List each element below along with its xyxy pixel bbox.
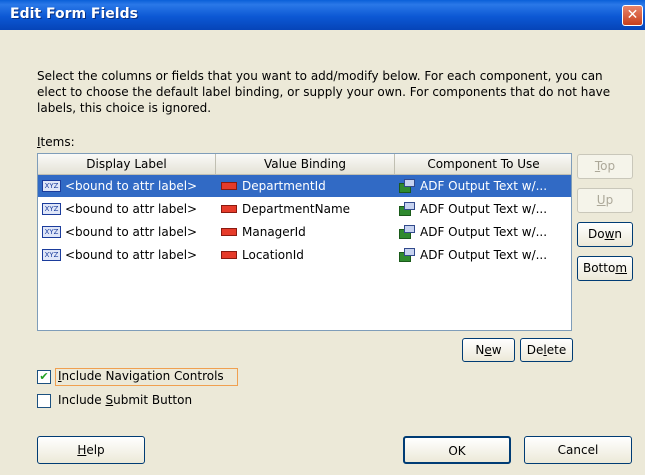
attribute-binding-icon — [221, 204, 237, 213]
component-value: ADF Output Text w/... — [420, 179, 548, 193]
title-bar: Edit Form Fields ✕ — [0, 0, 645, 30]
move-down-button[interactable]: Down — [577, 222, 633, 247]
component-value: ADF Output Text w/... — [420, 248, 548, 262]
component-value: ADF Output Text w/... — [420, 202, 548, 216]
display-label-value: <bound to attr label> — [65, 179, 198, 193]
column-header-component[interactable]: Component To Use — [395, 154, 571, 174]
move-up-button[interactable]: Up — [577, 188, 633, 213]
attribute-binding-icon — [221, 250, 237, 259]
column-header-display-label[interactable]: Display Label — [38, 154, 216, 174]
display-label-value: <bound to attr label> — [65, 225, 198, 239]
value-binding-cell[interactable]: DepartmentId — [221, 175, 393, 197]
new-button[interactable]: New — [462, 338, 515, 362]
move-bottom-button[interactable]: Bottom — [577, 256, 633, 281]
value-binding-value: LocationId — [242, 248, 304, 262]
display-label-cell[interactable]: XYZ <bound to attr label> — [42, 198, 214, 220]
items-label-rest: tems: — [40, 135, 75, 149]
component-cell[interactable]: ADF Output Text w/... — [399, 175, 571, 197]
items-table[interactable]: Display Label Value Binding Component To… — [37, 153, 572, 331]
cancel-button[interactable]: Cancel — [524, 436, 632, 464]
value-binding-value: ManagerId — [242, 225, 306, 239]
value-binding-cell[interactable]: ManagerId — [221, 221, 393, 243]
adf-component-icon — [399, 201, 415, 216]
include-submit-label[interactable]: Include Submit Button — [58, 393, 192, 407]
table-row[interactable]: XYZ <bound to attr label> DepartmentId ADF … — [38, 175, 571, 197]
xyz-text-icon: XYZ — [42, 225, 61, 238]
display-label-value: <bound to attr label> — [65, 202, 198, 216]
component-cell[interactable]: ADF Output Text w/... — [399, 244, 571, 266]
dialog-title: Edit Form Fields — [10, 6, 138, 22]
include-navigation-label[interactable]: Include Navigation Controls — [58, 369, 224, 383]
help-button[interactable]: Help — [37, 436, 145, 464]
attribute-binding-icon — [221, 181, 237, 190]
display-label-cell[interactable]: XYZ <bound to attr label> — [42, 244, 214, 266]
adf-component-icon — [399, 178, 415, 193]
ok-button[interactable]: OK — [403, 436, 511, 464]
adf-component-icon — [399, 224, 415, 239]
value-binding-value: DepartmentName — [242, 202, 351, 216]
items-label: Items: — [37, 135, 75, 149]
close-icon[interactable]: ✕ — [622, 5, 643, 26]
table-row[interactable]: XYZ <bound to attr label> LocationId ADF Ou… — [38, 244, 571, 266]
move-top-button[interactable]: Top — [577, 154, 633, 179]
value-binding-cell[interactable]: DepartmentName — [221, 198, 393, 220]
delete-button[interactable]: Delete — [520, 338, 573, 362]
attribute-binding-icon — [221, 227, 237, 236]
xyz-text-icon: XYZ — [42, 179, 61, 192]
display-label-cell[interactable]: XYZ <bound to attr label> — [42, 221, 214, 243]
value-binding-value: DepartmentId — [242, 179, 326, 193]
component-cell[interactable]: ADF Output Text w/... — [399, 198, 571, 220]
table-row[interactable]: XYZ <bound to attr label> DepartmentName AD… — [38, 198, 571, 220]
xyz-text-icon: XYZ — [42, 248, 61, 261]
table-header: Display Label Value Binding Component To… — [38, 154, 571, 175]
column-header-value-binding[interactable]: Value Binding — [216, 154, 395, 174]
table-row[interactable]: XYZ <bound to attr label> ManagerId ADF Out… — [38, 221, 571, 243]
display-label-value: <bound to attr label> — [65, 248, 198, 262]
include-navigation-checkbox[interactable]: ✔ — [37, 370, 51, 384]
xyz-text-icon: XYZ — [42, 202, 61, 215]
include-submit-checkbox[interactable] — [37, 394, 51, 408]
instructions-text: Select the columns or fields that you wa… — [37, 69, 611, 115]
display-label-cell[interactable]: XYZ <bound to attr label> — [42, 175, 214, 197]
edit-form-fields-dialog: Edit Form Fields ✕ Select the columns or… — [0, 0, 645, 475]
component-value: ADF Output Text w/... — [420, 225, 548, 239]
component-cell[interactable]: ADF Output Text w/... — [399, 221, 571, 243]
adf-component-icon — [399, 247, 415, 262]
value-binding-cell[interactable]: LocationId — [221, 244, 393, 266]
